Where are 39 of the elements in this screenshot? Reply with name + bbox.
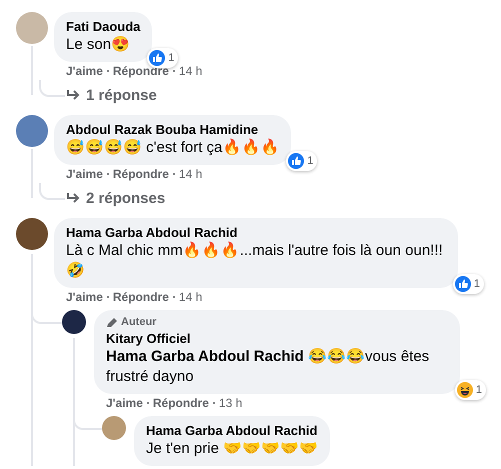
reply-link[interactable]: Répondre <box>112 167 169 181</box>
author-name[interactable]: Kitary Officiel <box>106 330 448 347</box>
like-link[interactable]: J'aime <box>66 290 103 304</box>
thread-connector <box>39 183 65 200</box>
comment-text: Hama Garba Abdoul Rachid 😂😂😂vous êtes frustré dayno <box>106 347 430 387</box>
avatar[interactable] <box>62 310 86 334</box>
view-replies-link[interactable]: 2 réponses <box>86 190 166 206</box>
timestamp: 13 h <box>218 396 242 410</box>
reply-link[interactable]: Répondre <box>112 290 169 304</box>
comment-text: Je t'en prie 🤝🤝🤝🤝🤝 <box>146 439 318 459</box>
reaction-count[interactable]: 1 <box>454 380 486 400</box>
reaction-count[interactable]: 1 <box>286 151 318 171</box>
timestamp: 14 h <box>178 167 202 181</box>
comment-text: Là c Mal chic mm🔥🔥🔥...mais l'autre fois là oun oun!!! 🤣 <box>66 241 444 281</box>
author-name[interactable]: Fati Daouda <box>66 18 140 35</box>
comment-text: Le son😍 <box>66 35 132 55</box>
thumbs-up-icon <box>454 276 471 292</box>
reply-link[interactable]: Répondre <box>152 396 209 410</box>
pen-icon <box>106 316 118 328</box>
laughing-face-icon <box>456 382 473 398</box>
view-replies-link[interactable]: 1 réponse <box>86 86 157 104</box>
reply-arrow-icon <box>66 89 80 101</box>
thumbs-up-icon <box>149 50 166 66</box>
comment-text: 😅😅😅😅 c'est fort ça🔥🔥🔥 <box>66 138 280 158</box>
author-name[interactable]: Hama Garba Abdoul Rachid <box>146 422 318 439</box>
timestamp: 14 h <box>178 290 202 304</box>
timestamp: 14 h <box>178 64 202 78</box>
avatar[interactable] <box>16 218 48 250</box>
like-link[interactable]: J'aime <box>106 396 143 410</box>
author-name[interactable]: Abdoul Razak Bouba Hamidine <box>66 121 280 138</box>
reaction-count[interactable]: 1 <box>452 274 484 294</box>
reply-arrow-icon <box>66 192 80 204</box>
like-link[interactable]: J'aime <box>66 167 103 181</box>
badge-label: Auteur <box>121 316 156 328</box>
author-name[interactable]: Hama Garba Abdoul Rachid <box>66 224 446 241</box>
like-link[interactable]: J'aime <box>66 64 103 78</box>
reaction-count[interactable]: 1 <box>147 48 178 68</box>
thread-connector <box>39 80 65 97</box>
thumbs-up-icon <box>288 153 304 169</box>
